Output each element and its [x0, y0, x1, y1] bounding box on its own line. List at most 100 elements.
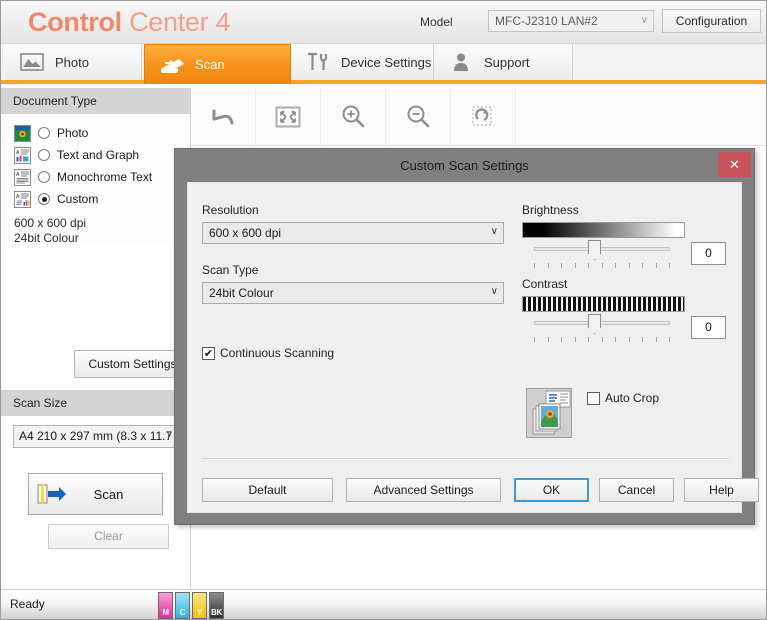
scan-size-value: A4 210 x 297 mm (8.3 x 11.7 i	[19, 429, 178, 443]
continuous-scanning-row[interactable]: ✔ Continuous Scanning	[202, 346, 334, 360]
contrast-field: Contrast	[522, 277, 702, 312]
tab-support[interactable]: Support	[434, 44, 573, 80]
person-icon	[448, 50, 474, 74]
doc-type-radio-monochrome-text[interactable]	[38, 171, 50, 183]
brightness-value-input[interactable]: 0	[691, 242, 726, 265]
controlcenter-window: Control Center 4 Model MFC-J2310 LAN#2 ∨…	[0, 0, 767, 620]
brightness-label: Brightness	[522, 203, 579, 217]
zoom-in-icon[interactable]	[321, 87, 386, 146]
document-type-header: Document Type	[1, 88, 190, 114]
ink-yellow-label: Y	[196, 608, 203, 617]
ink-black: BK	[209, 592, 224, 619]
scan-type-dropdown[interactable]: 24bit Colour ∨	[202, 282, 504, 304]
model-dropdown-value: MFC-J2310 LAN#2	[495, 14, 598, 28]
close-icon[interactable]: ✕	[718, 152, 751, 177]
doc-type-radio-custom[interactable]	[38, 193, 50, 205]
doc-type-option-custom[interactable]: A Custom	[1, 188, 190, 210]
cancel-button[interactable]: Cancel	[599, 478, 674, 502]
ink-magenta-label: M	[162, 608, 169, 617]
document-type-info: 600 x 600 dpi 24bit Colour	[1, 216, 190, 246]
auto-crop-row[interactable]: Auto Crop	[587, 391, 659, 405]
auto-crop-preview-icon	[526, 388, 572, 438]
resolution-dropdown[interactable]: 600 x 600 dpi ∨	[202, 222, 504, 244]
mono-text-thumb-icon: A	[14, 168, 31, 186]
undo-icon[interactable]	[191, 87, 256, 146]
fit-to-window-icon[interactable]	[256, 87, 321, 146]
brightness-field: Brightness	[522, 203, 702, 238]
doc-info-resolution: 600 x 600 dpi	[14, 216, 87, 230]
model-dropdown[interactable]: MFC-J2310 LAN#2 ∨	[488, 10, 654, 32]
doc-type-label-custom: Custom	[57, 192, 99, 206]
left-sidebar: Document Type Photo A Text and Graph A M…	[1, 88, 191, 589]
dialog-title: Custom Scan Settings	[400, 158, 529, 173]
doc-type-radio-text-and-graph[interactable]	[38, 149, 50, 161]
clear-button[interactable]: Clear	[48, 524, 169, 549]
dialog-body: Resolution 600 x 600 dpi ∨ Scan Type 24b…	[187, 182, 759, 513]
app-logo: Control Center 4	[28, 7, 231, 38]
ok-button[interactable]: OK	[514, 478, 589, 502]
tab-device-settings[interactable]: Device Settings	[291, 44, 434, 80]
default-button[interactable]: Default	[202, 478, 333, 502]
ink-cyan: C	[175, 592, 190, 619]
main-tab-bar: Photo Scan Device Settings Support	[1, 44, 766, 84]
photo-thumb-icon	[14, 124, 31, 142]
ink-yellow: Y	[192, 592, 207, 619]
custom-scan-settings-dialog: Custom Scan Settings ✕ Resolution 600 x …	[174, 148, 759, 525]
brightness-slider-thumb[interactable]	[588, 240, 601, 260]
document-type-options: Photo A Text and Graph A Monochrome Text…	[1, 114, 190, 246]
doc-type-radio-photo[interactable]	[38, 127, 50, 139]
brand-light-text: Center 4	[121, 7, 231, 37]
scan-button[interactable]: Scan	[28, 473, 163, 515]
contrast-value-input[interactable]: 0	[691, 316, 726, 339]
contrast-slider-track[interactable]	[534, 321, 670, 325]
contrast-slider-ticks	[534, 337, 670, 343]
brand-bold-text: Control	[28, 7, 122, 37]
tab-scan[interactable]: Scan	[144, 44, 291, 84]
resolution-field: Resolution 600 x 600 dpi ∨	[202, 203, 504, 244]
help-button[interactable]: Help	[684, 478, 759, 502]
brightness-slider[interactable]	[522, 239, 685, 271]
text-graph-thumb-icon: A	[14, 146, 31, 164]
doc-type-option-monochrome-text[interactable]: A Monochrome Text	[1, 166, 190, 188]
scan-size-section: Scan Size A4 210 x 297 mm (8.3 x 11.7 i …	[1, 390, 190, 448]
tools-icon	[305, 50, 331, 74]
advanced-settings-button[interactable]: Advanced Settings	[346, 478, 501, 502]
chevron-down-icon: ∨	[640, 15, 648, 26]
photo-icon	[19, 50, 45, 74]
title-bar: Control Center 4 Model MFC-J2310 LAN#2 ∨…	[1, 1, 766, 44]
doc-type-option-text-and-graph[interactable]: A Text and Graph	[1, 144, 190, 166]
brightness-slider-ticks	[534, 263, 670, 269]
status-text: Ready	[10, 597, 45, 611]
tab-device-settings-label: Device Settings	[341, 54, 432, 70]
chevron-down-icon: ∨	[165, 429, 173, 440]
model-label: Model	[420, 15, 453, 29]
status-bar: Ready M C Y BK	[1, 589, 766, 619]
rotate-icon[interactable]	[451, 87, 516, 146]
scanner-icon	[159, 53, 185, 77]
doc-type-label-text-and-graph: Text and Graph	[57, 148, 140, 162]
scan-button-label: Scan	[93, 486, 124, 502]
dialog-divider	[202, 458, 729, 459]
continuous-scanning-label: Continuous Scanning	[220, 346, 335, 360]
auto-crop-checkbox[interactable]	[587, 391, 600, 405]
tab-photo-label: Photo	[55, 54, 89, 70]
custom-thumb-icon: A	[14, 190, 31, 208]
brightness-slider-track[interactable]	[534, 247, 670, 251]
scan-size-dropdown[interactable]: A4 210 x 297 mm (8.3 x 11.7 i ∨	[13, 425, 178, 448]
resolution-label: Resolution	[202, 203, 259, 217]
brightness-gradient-bar	[522, 222, 685, 238]
configuration-button[interactable]: Configuration	[662, 9, 761, 33]
scan-type-label: Scan Type	[202, 263, 259, 277]
doc-type-label-monochrome-text: Monochrome Text	[57, 170, 153, 184]
continuous-scanning-checkbox[interactable]: ✔	[202, 346, 215, 360]
preview-toolbar	[191, 87, 766, 146]
doc-type-label-photo: Photo	[57, 126, 89, 140]
zoom-out-icon[interactable]	[386, 87, 451, 146]
resolution-value: 600 x 600 dpi	[209, 226, 282, 240]
tab-scan-label: Scan	[195, 57, 225, 72]
doc-type-option-photo[interactable]: Photo	[1, 122, 190, 144]
contrast-slider[interactable]	[522, 313, 685, 345]
tab-support-label: Support	[484, 54, 530, 70]
tab-photo[interactable]: Photo	[5, 44, 142, 80]
contrast-slider-thumb[interactable]	[588, 314, 601, 334]
